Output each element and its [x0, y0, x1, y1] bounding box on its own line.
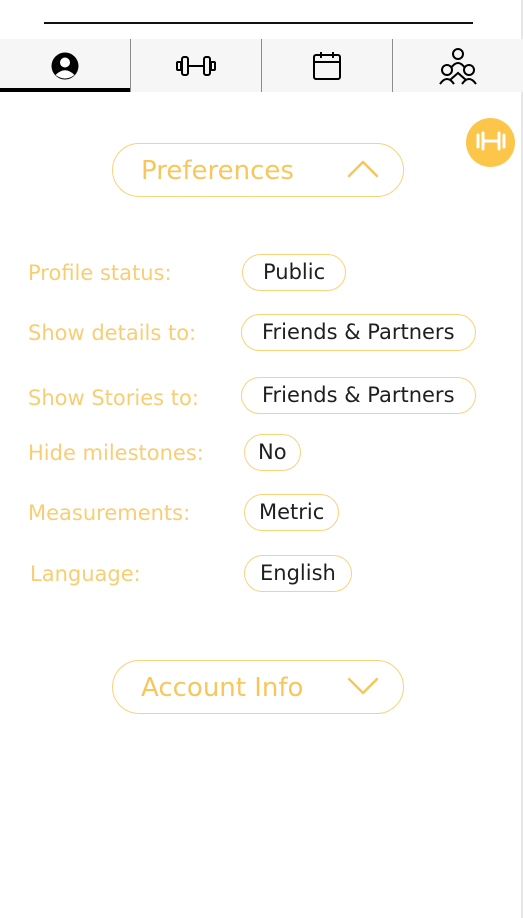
tab-calendar[interactable]	[261, 39, 392, 92]
account-info-title: Account Info	[141, 673, 304, 703]
profile-status-label: Profile status:	[28, 261, 172, 285]
account-info-toggle[interactable]: Account Info	[112, 660, 404, 714]
show-stories-label: Show Stories to:	[28, 386, 199, 410]
language-value[interactable]: English	[244, 555, 352, 592]
header-divider	[44, 22, 473, 24]
tab-profile[interactable]	[0, 39, 130, 92]
show-details-value[interactable]: Friends & Partners	[241, 314, 476, 351]
show-stories-value[interactable]: Friends & Partners	[241, 377, 476, 414]
show-details-label: Show details to:	[28, 321, 197, 345]
workout-fab-button[interactable]	[466, 118, 515, 167]
preferences-toggle[interactable]: Preferences	[112, 143, 404, 197]
user-icon	[50, 51, 80, 81]
dumbbell-icon	[474, 131, 508, 155]
chevron-up-icon	[347, 160, 379, 182]
measurements-label: Measurements:	[28, 501, 191, 525]
chevron-down-icon	[347, 677, 379, 699]
preferences-title: Preferences	[141, 156, 294, 186]
hide-milestones-label: Hide milestones:	[28, 441, 204, 465]
profile-status-value[interactable]: Public	[242, 254, 347, 291]
measurements-value[interactable]: Metric	[244, 494, 340, 531]
tab-workouts[interactable]	[130, 39, 261, 92]
group-icon	[438, 46, 478, 86]
dumbbell-icon	[176, 54, 216, 78]
tab-bar	[0, 39, 523, 92]
hide-milestones-value[interactable]: No	[244, 434, 301, 471]
language-label: Language:	[30, 562, 141, 586]
calendar-icon	[312, 51, 342, 81]
tab-community[interactable]	[392, 39, 523, 92]
